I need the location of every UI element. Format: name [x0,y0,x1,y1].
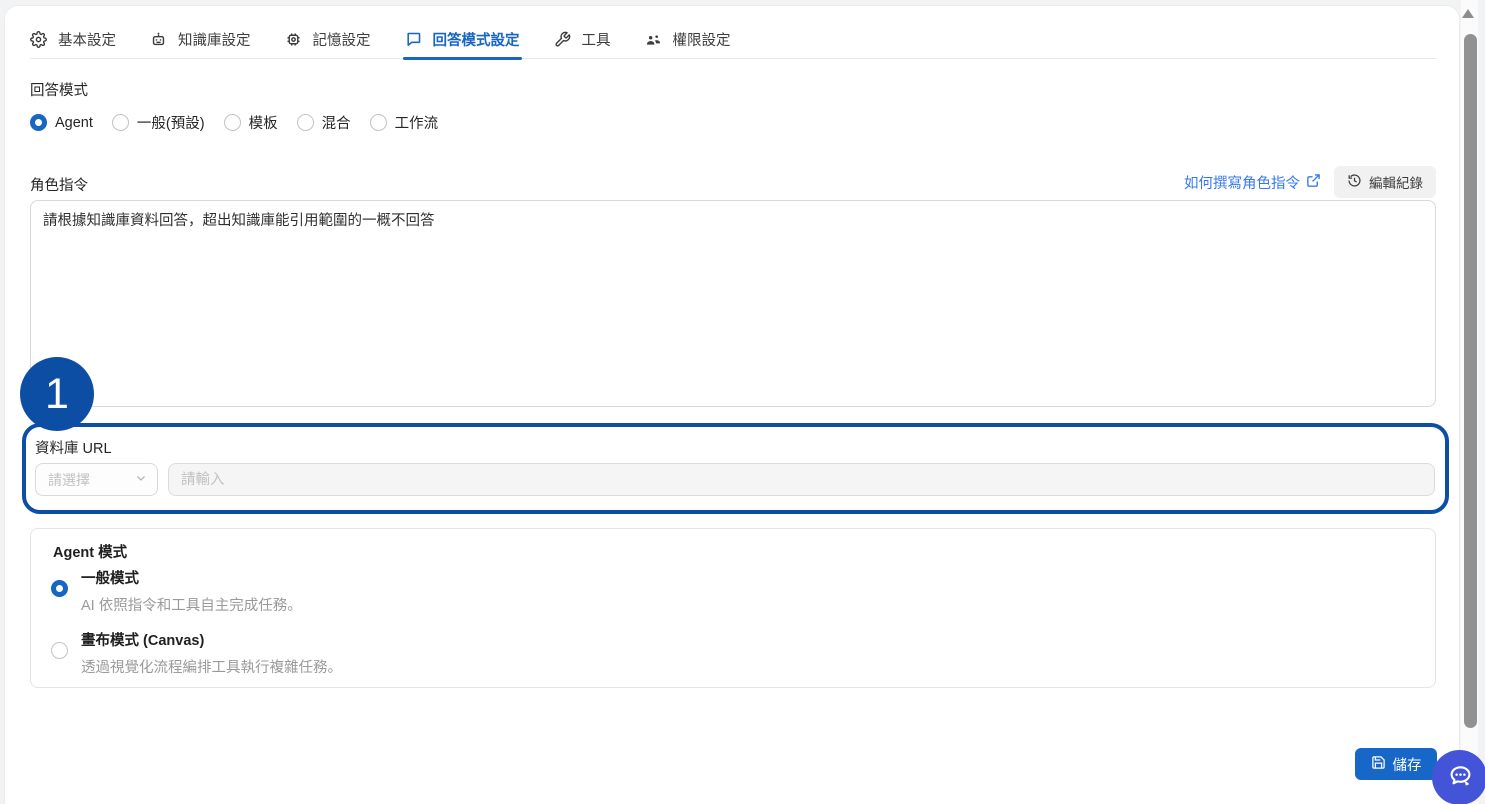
radio-icon [370,114,387,131]
radio-icon [51,580,68,597]
history-clock-icon [1347,173,1362,191]
button-label: 編輯紀錄 [1369,172,1423,192]
option-description: 透過視覺化流程編排工具執行複雜任務。 [81,656,342,677]
database-url-label: 資料庫 URL [35,437,112,458]
agent-mode-option-canvas[interactable]: 畫布模式 (Canvas) 透過視覺化流程編排工具執行複雜任務。 [51,629,342,677]
chevron-down-icon [135,471,147,489]
tab-label: 權限設定 [673,29,731,50]
answer-mode-option-workflow[interactable]: 工作流 [370,112,439,133]
robot-icon [150,31,167,48]
answer-mode-label: 回答模式 [30,79,88,100]
wrench-icon [554,31,571,48]
radio-icon [112,114,129,131]
edit-history-button[interactable]: 編輯紀錄 [1334,166,1436,198]
answer-mode-option-template[interactable]: 模板 [224,112,278,133]
agent-mode-option-general[interactable]: 一般模式 AI 依照指令和工具自主完成任務。 [51,567,302,615]
tab-knowledge-base-settings[interactable]: 知識庫設定 [150,21,251,58]
tab-answer-mode-settings[interactable]: 回答模式設定 [405,21,520,58]
chat-widget-button[interactable] [1432,750,1485,804]
agent-mode-option-text: 一般模式 AI 依照指令和工具自主完成任務。 [81,567,302,615]
answer-mode-radio-group: Agent 一般(預設) 模板 混合 工作流 [30,112,438,133]
radio-label: 模板 [249,112,278,133]
scroll-up-arrow-icon[interactable] [1462,9,1474,18]
chat-bubbles-icon [1445,761,1475,794]
tab-bar: 基本設定 知識庫設定 記憶設定 回答模式設定 工具 權限設定 [30,21,1436,59]
option-description: AI 依照指令和工具自主完成任務。 [81,594,302,615]
agent-mode-option-text: 畫布模式 (Canvas) 透過視覺化流程編排工具執行複雜任務。 [81,629,342,677]
button-label: 儲存 [1393,754,1422,775]
tab-basic-settings[interactable]: 基本設定 [30,21,116,58]
how-to-write-role-instruction-link[interactable]: 如何撰寫角色指令 [1184,172,1321,193]
tab-permission-settings[interactable]: 權限設定 [645,21,731,58]
tab-label: 基本設定 [58,29,116,50]
database-url-select[interactable]: 請選擇 [35,463,158,496]
scrollbar-thumb[interactable] [1464,34,1477,728]
option-label: 畫布模式 (Canvas) [81,629,342,650]
radio-label: 混合 [322,112,351,133]
role-instruction-actions: 如何撰寫角色指令 編輯紀錄 [1184,166,1436,198]
radio-icon [51,642,68,659]
tab-memory-settings[interactable]: 記憶設定 [285,21,371,58]
answer-mode-option-general[interactable]: 一般(預設) [112,112,205,133]
radio-icon [30,114,47,131]
gear-icon [30,31,47,48]
radio-icon [224,114,241,131]
tab-label: 記憶設定 [313,29,371,50]
option-label: 一般模式 [81,567,302,588]
external-link-icon [1306,173,1321,192]
agent-mode-title: Agent 模式 [53,541,127,562]
users-icon [645,31,662,48]
agent-mode-card: Agent 模式 一般模式 AI 依照指令和工具自主完成任務。 畫布模式 (Ca… [30,528,1436,688]
answer-mode-option-hybrid[interactable]: 混合 [297,112,351,133]
tab-label: 回答模式設定 [433,29,520,50]
tab-tools[interactable]: 工具 [554,21,611,58]
chat-bubble-icon [405,31,422,48]
tab-label: 知識庫設定 [178,29,251,50]
radio-label: 工作流 [395,112,439,133]
radio-icon [297,114,314,131]
tab-label: 工具 [582,29,611,50]
role-instruction-textarea[interactable]: 請根據知識庫資料回答，超出知識庫能引用範圍的一概不回答 [30,200,1436,407]
database-url-input[interactable] [168,463,1435,496]
save-icon [1371,755,1386,774]
radio-label: Agent [55,115,93,131]
save-button[interactable]: 儲存 [1355,748,1437,780]
radio-label: 一般(預設) [137,112,205,133]
role-instruction-label: 角色指令 [30,174,88,195]
answer-mode-option-agent[interactable]: Agent [30,114,93,131]
select-placeholder: 請選擇 [48,470,90,490]
link-label: 如何撰寫角色指令 [1184,172,1300,193]
annotation-step-badge: 1 [20,357,94,431]
chip-icon [285,31,302,48]
